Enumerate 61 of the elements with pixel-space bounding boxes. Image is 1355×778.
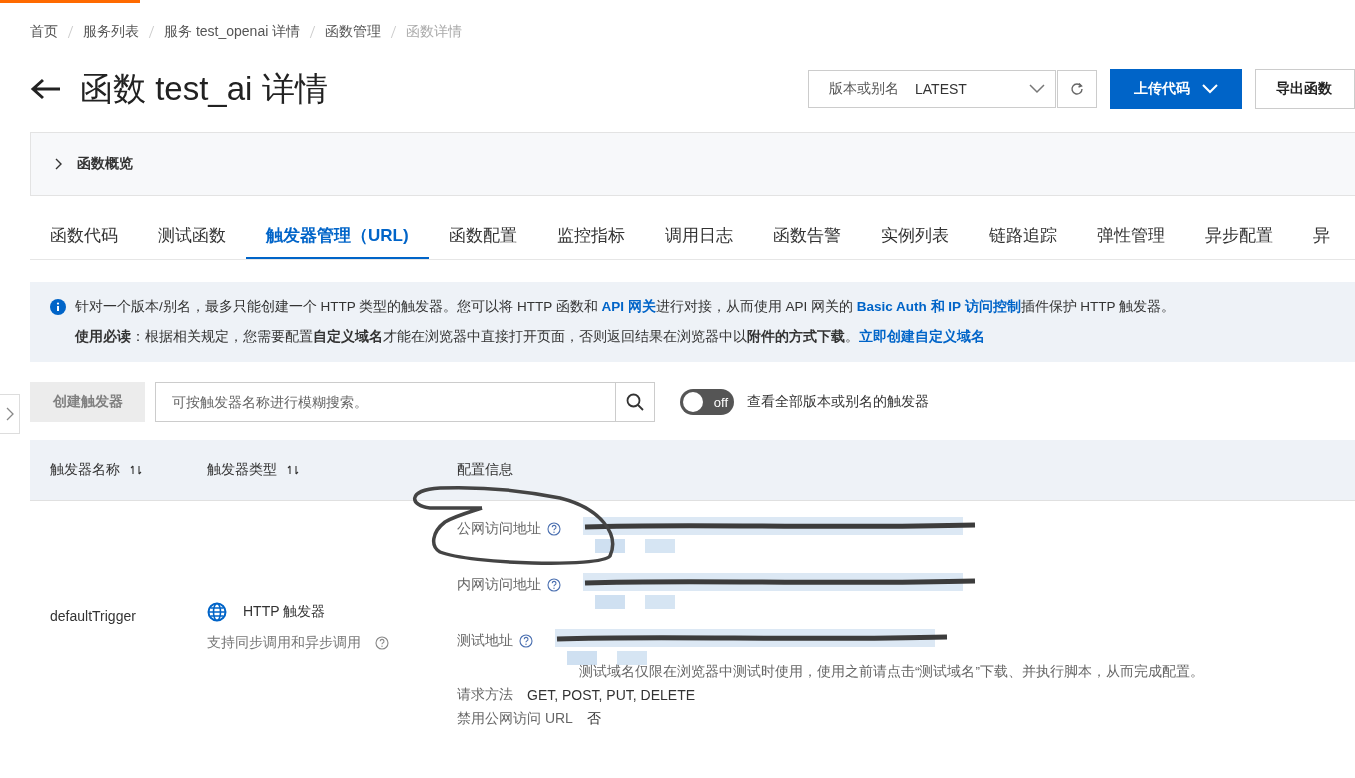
config-label: 禁用公网访问 URL (457, 710, 573, 728)
tab[interactable]: 异步配置 (1184, 216, 1293, 259)
tab[interactable]: 异 (1292, 216, 1350, 259)
config-label: 内网访问地址 (457, 576, 541, 594)
chevron-down-icon (1029, 84, 1045, 94)
notice-link[interactable]: 立即创建自定义域名 (859, 329, 985, 344)
tab[interactable]: 函数告警 (752, 216, 861, 259)
config-note: 测试域名仅限在浏览器中测试时使用，使用之前请点击“测试域名”下载、并执行脚本，从而完成配置。 (579, 663, 1205, 681)
chevron-icon (55, 158, 63, 170)
notice-text: 针对一个版本/别名，最多只能创建一个 HTTP 类型的触发器。您可以将 HTTP 函数和 API 网关进行对接，从而使用 API 网关的 Basic Auth 和 IP 访问控制插件保护 HTTP 触发器。 (75, 298, 1176, 316)
info-icon (50, 299, 66, 315)
tab[interactable]: 触发器管理（URL) (246, 216, 429, 259)
trigger-type-note: 支持同步调用和异步调用 (207, 634, 361, 652)
breadcrumb-link[interactable]: 服务列表 (83, 23, 139, 41)
search-icon (626, 393, 644, 411)
toggle-caption: 查看全部版本或别名的触发器 (747, 393, 929, 411)
help-icon[interactable] (519, 634, 533, 648)
refresh-button[interactable] (1057, 70, 1097, 108)
config-value: GET, POST, PUT, DELETE (527, 687, 696, 703)
overview-label: 函数概览 (77, 155, 133, 173)
tab[interactable]: 监控指标 (536, 216, 645, 259)
column-header: 触发器名称 (50, 461, 120, 479)
sort-icon[interactable] (130, 464, 142, 476)
refresh-icon (1070, 82, 1084, 96)
export-button[interactable]: 导出函数 (1255, 69, 1355, 109)
breadcrumb-link[interactable]: 首页 (30, 23, 58, 41)
back-arrow-icon[interactable] (30, 77, 62, 101)
search-field[interactable]: 可按触发器名称进行模糊搜索。 (155, 382, 615, 422)
notice-link[interactable]: API 网关 (601, 299, 656, 314)
help-icon[interactable] (547, 522, 561, 536)
tab[interactable]: 弹性管理 (1076, 216, 1185, 259)
page-title: 函数 test_ai 详情 (80, 68, 328, 109)
config-value: 否 (586, 710, 601, 728)
overview-panel[interactable]: 函数概览 (30, 132, 1355, 196)
upload-code-button[interactable]: 上传代码 (1110, 69, 1242, 109)
trigger-type: HTTP 触发器 (243, 603, 326, 621)
trigger-name: defaultTrigger (50, 608, 136, 624)
config-label: 公网访问地址 (457, 520, 541, 538)
tab[interactable]: 测试函数 (138, 216, 246, 259)
breadcrumb-link[interactable]: 服务 test_openai 详情 (164, 23, 301, 41)
tab[interactable]: 调用日志 (644, 216, 753, 259)
tab[interactable]: 链路追踪 (968, 216, 1077, 259)
config-label: 测试地址 (457, 632, 513, 650)
config-label: 请求方法 (457, 686, 513, 704)
tab[interactable]: 函数代码 (30, 216, 138, 259)
column-header: 触发器类型 (207, 461, 277, 479)
tab[interactable]: 函数配置 (428, 216, 537, 259)
chevron-right-icon (5, 407, 14, 421)
help-icon[interactable] (547, 578, 561, 592)
tab[interactable]: 实例列表 (860, 216, 969, 259)
toggle-switch[interactable]: off (680, 389, 734, 415)
help-icon[interactable] (375, 636, 389, 650)
notice-text: 使用必读：根据相关规定，您需要配置自定义域名才能在浏览器中直接打开页面，否则返回结果在浏览器中以附件的方式下载。立即创建自定义域名 (75, 328, 985, 346)
sort-icon[interactable] (287, 464, 299, 476)
caret-icon (1202, 84, 1218, 94)
column-header: 配置信息 (457, 461, 513, 479)
notice-link[interactable]: Basic Auth 和 IP 访问控制 (856, 299, 1021, 314)
breadcrumb-link[interactable]: 函数管理 (325, 23, 382, 41)
globe-icon (207, 602, 227, 622)
search-button[interactable] (615, 382, 655, 422)
version-select[interactable]: 版本或别名 LATEST (808, 70, 1056, 108)
